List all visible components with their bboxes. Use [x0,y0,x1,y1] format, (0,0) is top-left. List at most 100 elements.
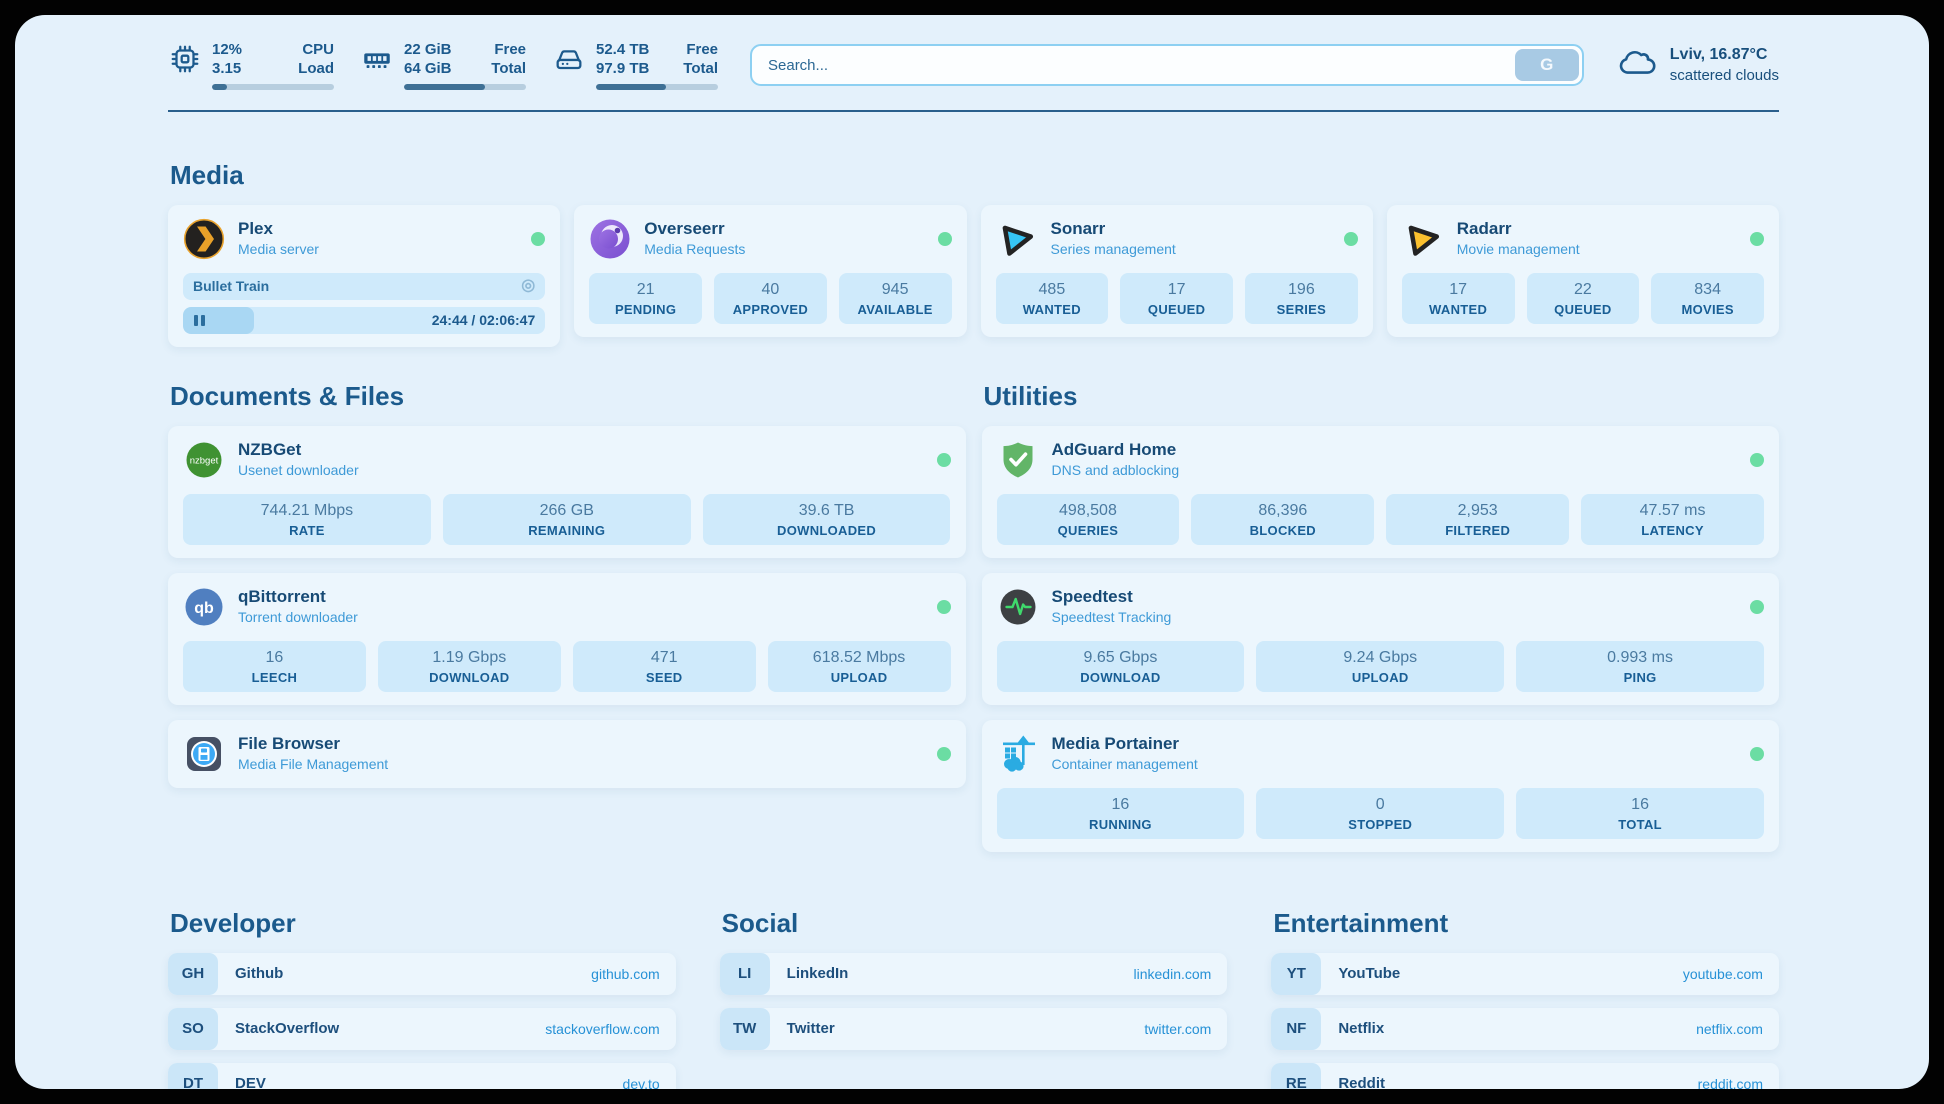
link-youtube[interactable]: YT YouTube youtube.com [1271,953,1779,995]
disk-stat: 52.4 TB97.9 TB FreeTotal [552,41,718,90]
section-title-media: Media [170,160,1779,191]
stat-label: SERIES [1247,302,1356,317]
stat-box: 22 QUEUED [1527,273,1640,324]
stat-value: 0 [1258,796,1502,814]
stat-label: FILTERED [1388,523,1567,538]
link-name: YouTube [1338,965,1400,982]
search-engine-button[interactable]: G [1515,49,1579,81]
ram-icon [360,41,394,81]
stat-box: 0 STOPPED [1256,788,1504,839]
search-bar: G [750,44,1584,86]
card-radarr[interactable]: Radarr Movie management 17 WANTED 22 QUE… [1387,205,1779,337]
stat-value: 40 [716,281,825,299]
stat-label: AVAILABLE [841,302,950,317]
ram-progress-bar [404,84,526,90]
link-twitter[interactable]: TW Twitter twitter.com [720,1008,1228,1050]
stat-value: 86,396 [1193,502,1372,520]
stat-box: 17 QUEUED [1120,273,1233,324]
link-stackoverflow[interactable]: SO StackOverflow stackoverflow.com [168,1008,676,1050]
link-reddit[interactable]: RE Reddit reddit.com [1271,1063,1779,1090]
link-abbr-badge: SO [168,1008,218,1050]
plex-icon [183,218,225,260]
stat-box: 196 SERIES [1245,273,1358,324]
stat-value: 618.52 Mbps [770,649,949,667]
ram-free-value: 22 GiB [404,41,452,60]
link-abbr-badge: GH [168,953,218,995]
status-dot [938,232,952,246]
app-name: NZBGet [238,440,359,460]
stat-box: 0.993 ms PING [1516,641,1764,692]
card-filebrowser[interactable]: File Browser Media File Management [168,720,966,788]
playback-time: 24:44 / 02:06:47 [432,312,536,328]
stat-box: 16 TOTAL [1516,788,1764,839]
weather-widget: Lviv, 16.87°C scattered clouds [1616,45,1779,86]
stat-value: 834 [1653,281,1762,299]
stat-label: RATE [185,523,429,538]
section-media: Media Plex Media server Bullet Train ◎ [168,160,1779,347]
card-sonarr[interactable]: Sonarr Series management 485 WANTED 17 Q… [981,205,1373,337]
stat-label: WANTED [1404,302,1513,317]
stat-label: STOPPED [1258,817,1502,832]
pause-icon[interactable] [194,315,205,326]
card-qbittorrent[interactable]: qb qBittorrent Torrent downloader 16 LEE… [168,573,966,705]
stat-label: DOWNLOADED [705,523,949,538]
section-title-utilities: Utilities [984,381,1780,412]
status-dot [937,747,951,761]
link-abbr-badge: DT [168,1063,218,1090]
stat-label: LATENCY [1583,523,1762,538]
link-url: twitter.com [1144,1021,1211,1037]
disk-label-2: Total [683,60,718,79]
card-adguard[interactable]: AdGuard Home DNS and adblocking 498,508 … [982,426,1780,558]
stat-label: SEED [575,670,754,685]
app-name: Overseerr [644,219,745,239]
link-url: netflix.com [1696,1021,1763,1037]
link-linkedin[interactable]: LI LinkedIn linkedin.com [720,953,1228,995]
status-dot [937,453,951,467]
cpu-stat: 12%3.15 CPULoad [168,41,334,90]
stat-value: 9.24 Gbps [1258,649,1502,667]
stat-label: DOWNLOAD [380,670,559,685]
stat-box: 9.24 Gbps UPLOAD [1256,641,1504,692]
stat-box: 266 GB REMAINING [443,494,691,545]
link-github[interactable]: GH Github github.com [168,953,676,995]
session-info-icon[interactable]: ◎ [521,278,535,294]
cloud-icon [1616,45,1658,86]
link-abbr-badge: RE [1271,1063,1321,1090]
stat-value: 0.993 ms [1518,649,1762,667]
stat-box: 86,396 BLOCKED [1191,494,1374,545]
card-nzbget[interactable]: nzbget NZBGet Usenet downloader 744.21 M… [168,426,966,558]
app-name: Radarr [1457,219,1580,239]
stat-label: TOTAL [1518,817,1762,832]
header-divider [168,110,1779,112]
stat-value: 21 [591,281,700,299]
link-url: reddit.com [1698,1076,1763,1090]
app-description: Movie management [1457,241,1580,258]
now-playing-row: Bullet Train ◎ [183,273,545,300]
link-name: Github [235,965,283,982]
link-name: Twitter [787,1020,835,1037]
section-title-documents: Documents & Files [170,381,966,412]
section-documents: Documents & Files nzbget NZBGet Usenet d… [168,381,966,852]
section-utilities: Utilities AdGuard Home DNS and adblockin… [982,381,1780,852]
app-name: File Browser [238,734,388,754]
link-netflix[interactable]: NF Netflix netflix.com [1271,1008,1779,1050]
stat-box: 1.19 Gbps DOWNLOAD [378,641,561,692]
stat-box: 618.52 Mbps UPLOAD [768,641,951,692]
stat-label: WANTED [998,302,1107,317]
ram-label-2: Total [491,60,526,79]
cpu-percent: 12% [212,41,242,60]
search-input[interactable] [755,49,1515,81]
stat-value: 196 [1247,281,1356,299]
card-speedtest[interactable]: Speedtest Speedtest Tracking 9.65 Gbps D… [982,573,1780,705]
ram-stat: 22 GiB64 GiB FreeTotal [360,41,526,90]
card-overseerr[interactable]: Overseerr Media Requests 21 PENDING 40 A… [574,205,966,337]
app-name: Plex [238,219,319,239]
app-description: Speedtest Tracking [1052,609,1172,626]
card-portainer[interactable]: Media Portainer Container management 16 … [982,720,1780,852]
card-plex[interactable]: Plex Media server Bullet Train ◎ 24:44 /… [168,205,560,347]
stat-label: REMAINING [445,523,689,538]
stat-label: APPROVED [716,302,825,317]
stat-box: 834 MOVIES [1651,273,1764,324]
link-dev[interactable]: DT DEV dev.to [168,1063,676,1090]
link-url: youtube.com [1683,966,1763,982]
